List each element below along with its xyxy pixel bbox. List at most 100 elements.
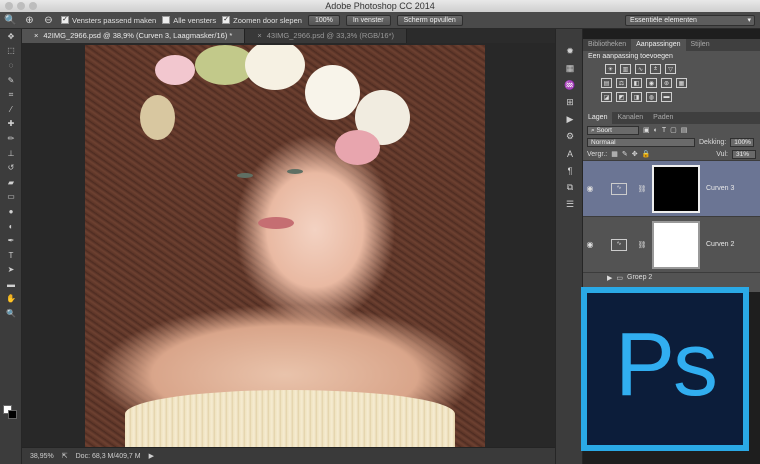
blur-tool-icon[interactable]: ● [0, 204, 22, 219]
zoom-window-icon[interactable] [29, 2, 37, 10]
type-tool-icon[interactable]: T [0, 248, 22, 263]
brushes-panel-icon[interactable]: ♒ [556, 77, 584, 94]
lock-paint-icon[interactable]: ✎ [622, 150, 628, 158]
scrubby-zoom-checkbox[interactable]: ✓ Zoomen door slepen [222, 16, 302, 25]
hue-saturation-icon[interactable]: ▤ [601, 78, 612, 88]
tab-adjustments[interactable]: Aanpassingen [631, 39, 686, 51]
black-white-icon[interactable]: ◧ [631, 78, 642, 88]
lasso-tool-icon[interactable]: ◌ [0, 58, 22, 73]
opacity-field[interactable]: 100% [730, 137, 755, 147]
color-balance-icon[interactable]: ⚖ [616, 78, 627, 88]
color-lookup-icon[interactable]: ▦ [676, 78, 687, 88]
filter-smart-icon[interactable]: ▤ [681, 126, 688, 134]
blend-mode-select[interactable]: Normaal [587, 137, 695, 147]
layer-row[interactable]: ◉ ∿ ⛓ Curven 3 [583, 160, 760, 216]
tab-styles[interactable]: Stijlen [686, 39, 715, 51]
brush-tool-icon[interactable]: ✏ [0, 131, 22, 146]
paragraph-panel-icon[interactable]: ¶ [556, 162, 584, 179]
layer-name[interactable]: Curven 3 [706, 185, 734, 192]
quick-select-tool-icon[interactable]: ✎ [0, 73, 22, 88]
selective-color-icon[interactable]: ◍ [646, 92, 657, 102]
checkbox-mark[interactable]: ✓ [61, 16, 69, 24]
checkbox-mark[interactable] [162, 16, 171, 24]
move-tool-icon[interactable]: ✥ [0, 29, 22, 44]
expand-arrow-icon[interactable]: ▶ [607, 274, 612, 282]
curves-adjustment-icon[interactable]: ∿ [611, 182, 627, 195]
gradient-map-icon[interactable]: ▬ [661, 92, 672, 102]
history-brush-icon[interactable]: ↺ [0, 160, 22, 175]
status-menu-arrow-icon[interactable]: ▶ [149, 452, 154, 460]
fill-screen-button[interactable]: Scherm opvullen [396, 14, 463, 26]
layer-mask-thumbnail[interactable] [652, 164, 700, 213]
workspace-select[interactable]: Essentiële elementen [625, 15, 755, 26]
layer-group-row[interactable]: ▶ ▭ Groep 2 [583, 272, 760, 282]
zoom-tool-icon[interactable]: 🔍 [0, 306, 22, 321]
resize-windows-checkbox[interactable]: ✓ Vensters passend maken [61, 16, 156, 25]
filter-pixel-icon[interactable]: ▣ [643, 126, 650, 134]
tab-paths[interactable]: Paden [648, 112, 678, 124]
fill-field[interactable]: 31% [732, 149, 756, 159]
close-tab-icon[interactable]: × [34, 31, 38, 40]
mask-link-icon[interactable]: ⛓ [637, 185, 647, 193]
tab-libraries[interactable]: Bibliotheken [583, 39, 631, 51]
character-panel-icon[interactable]: A [556, 145, 584, 162]
minimize-window-icon[interactable] [17, 2, 25, 10]
crop-tool-icon[interactable]: ⌗ [0, 87, 22, 102]
clone-stamp-icon[interactable]: ⊥ [0, 146, 22, 161]
layer-mask-thumbnail[interactable] [652, 220, 700, 269]
path-select-icon[interactable]: ➤ [0, 263, 22, 278]
photo-filter-icon[interactable]: ◉ [646, 78, 657, 88]
layer-filter-select[interactable]: ⌕ Soort [587, 125, 639, 135]
actions-panel-icon[interactable]: ▶ [556, 111, 584, 128]
canvas-area[interactable] [22, 43, 555, 447]
channel-mixer-icon[interactable]: ⊛ [661, 78, 672, 88]
lock-transparency-icon[interactable]: ▦ [611, 150, 618, 158]
eyedropper-tool-icon[interactable]: ⁄ [0, 102, 22, 117]
close-tab-icon[interactable]: × [257, 31, 261, 40]
zoom-100-button[interactable]: 100% [307, 14, 340, 26]
zoom-in-icon[interactable]: ⊕ [23, 14, 36, 27]
window-controls[interactable] [5, 2, 37, 10]
shape-tool-icon[interactable]: ▬ [0, 277, 22, 292]
lock-all-icon[interactable]: 🔒 [642, 150, 651, 158]
posterize-icon[interactable]: ◩ [616, 92, 627, 102]
healing-brush-icon[interactable]: ✚ [0, 117, 22, 132]
document-tab-active[interactable]: × 42IMG_2966.psd @ 38,9% (Curven 3, Laagm… [22, 29, 246, 43]
gradient-tool-icon[interactable]: ▭ [0, 190, 22, 205]
curves-adjustment-icon[interactable]: ∿ [611, 238, 627, 251]
export-icon[interactable]: ⇱ [62, 452, 68, 460]
hand-tool-icon[interactable]: ✋ [0, 292, 22, 307]
close-window-icon[interactable] [5, 2, 13, 10]
eraser-tool-icon[interactable]: ▰ [0, 175, 22, 190]
checkbox-mark[interactable]: ✓ [222, 16, 231, 24]
invert-icon[interactable]: ◪ [601, 92, 612, 102]
zoom-tool-icon[interactable]: 🔍 [4, 14, 17, 27]
filter-shape-icon[interactable]: ▢ [670, 126, 677, 134]
tool-presets-icon[interactable]: ☰ [556, 196, 584, 213]
tab-layers[interactable]: Lagen [583, 112, 613, 124]
layer-name[interactable]: Curven 2 [706, 241, 734, 248]
threshold-icon[interactable]: ◨ [631, 92, 642, 102]
tab-channels[interactable]: Kanalen [612, 112, 648, 124]
zoom-out-icon[interactable]: ⊖ [42, 14, 55, 27]
visibility-eye-icon[interactable]: ◉ [583, 240, 597, 249]
visibility-eye-icon[interactable]: ◉ [583, 184, 597, 193]
exposure-icon[interactable]: ± [650, 64, 661, 74]
history-panel-icon[interactable]: ⊞ [556, 94, 584, 111]
marquee-tool-icon[interactable]: ⬚ [0, 44, 22, 59]
filter-type-icon[interactable]: T [662, 127, 666, 134]
document-photo[interactable] [85, 45, 485, 447]
layer-comps-icon[interactable]: ⧉ [556, 179, 584, 196]
pen-tool-icon[interactable]: ✒ [0, 233, 22, 248]
color-panel-icon[interactable]: ✹ [556, 43, 584, 60]
fit-screen-button[interactable]: In venster [345, 14, 391, 26]
layer-row[interactable]: ◉ ∿ ⛓ Curven 2 [583, 216, 760, 272]
properties-panel-icon[interactable]: ⚙ [556, 128, 584, 145]
all-windows-checkbox[interactable]: Alle vensters [162, 16, 216, 25]
mask-link-icon[interactable]: ⛓ [637, 241, 647, 249]
swatches-panel-icon[interactable]: ▦ [556, 60, 584, 77]
group-name[interactable]: Groep 2 [627, 274, 652, 281]
vibrance-icon[interactable]: ▽ [665, 64, 676, 74]
brightness-icon[interactable]: ☀ [605, 64, 616, 74]
zoom-level[interactable]: 38,95% [30, 453, 54, 460]
